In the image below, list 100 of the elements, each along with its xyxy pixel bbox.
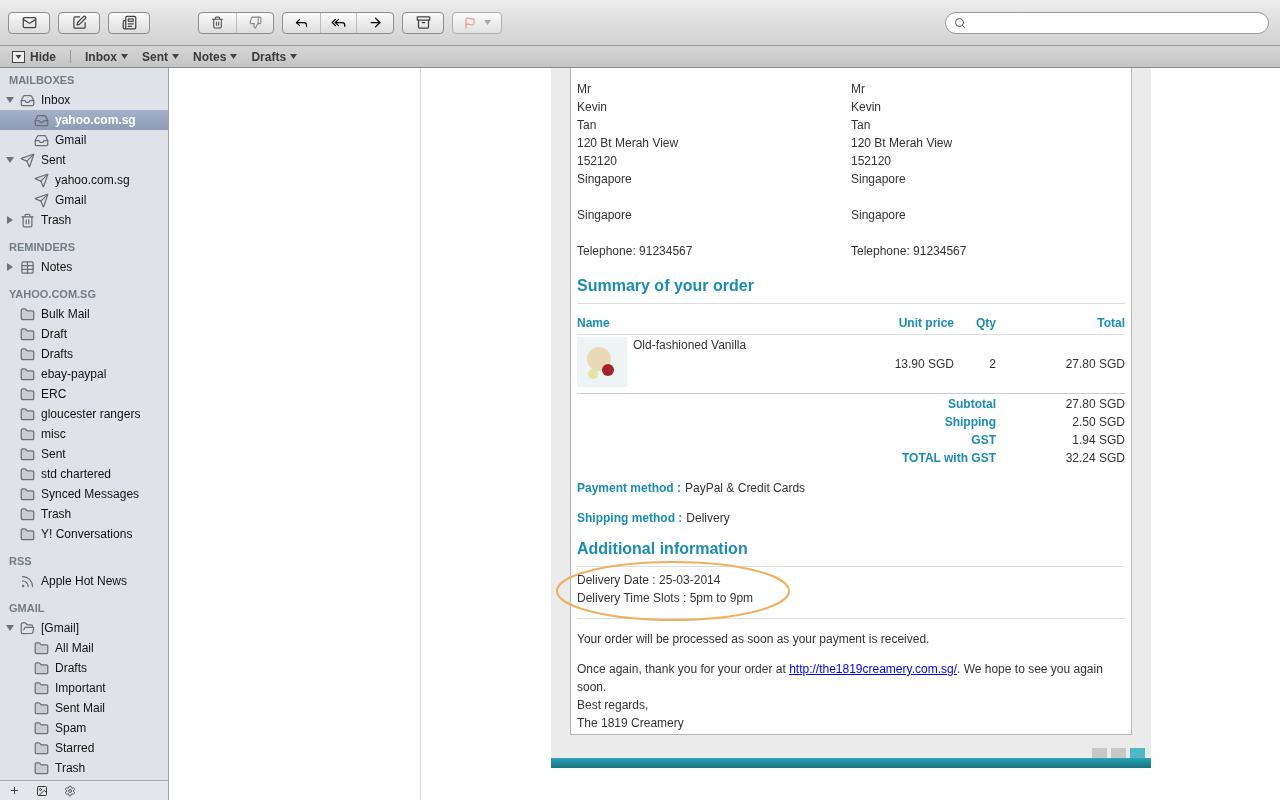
inbox-icon [34, 112, 49, 128]
sidebar-item-label: Draft [41, 326, 67, 343]
sidebar-item-label: Synced Messages [41, 486, 140, 503]
sidebar-item[interactable]: Bulk Mail [0, 304, 168, 324]
sidebar-item[interactable]: Sent Mail [0, 698, 168, 718]
sidebar-item-label: gloucester rangers [41, 406, 141, 423]
disclosure-triangle-icon[interactable] [5, 156, 14, 164]
sidebar-item[interactable]: Drafts [0, 344, 168, 364]
get-mail-button[interactable] [8, 11, 50, 34]
sidebar-item[interactable]: ERC [0, 384, 168, 404]
sidebar-item-label: Gmail [55, 192, 87, 209]
sidebar-item[interactable]: Trash [0, 210, 168, 230]
method-label: Payment method : [577, 480, 681, 497]
section-heading: Additional information [577, 540, 1125, 567]
picture-icon[interactable] [36, 784, 48, 797]
notes-button[interactable] [108, 11, 150, 34]
folder-icon [20, 426, 35, 442]
sidebar-item[interactable]: Gmail [0, 130, 168, 150]
closing-line: Best regards, [577, 697, 650, 714]
sidebar-item-label: ERC [41, 386, 67, 403]
sidebar-item-label: std chartered [41, 466, 112, 483]
search-icon [954, 16, 966, 29]
sidebar-item[interactable]: misc [0, 424, 168, 444]
address-line: Tan [851, 117, 872, 134]
total-value: 27.80 SGD [1064, 396, 1125, 413]
sidebar-item[interactable]: Draft [0, 324, 168, 344]
address-line: Singapore [577, 171, 633, 188]
paper-plane-icon [20, 152, 35, 168]
sidebar-section-header: YAHOO.COM.SG [8, 286, 97, 302]
sidebar-item-label: Apple Hot News [41, 573, 128, 590]
sidebar-item[interactable]: Trash [0, 504, 168, 524]
sidebar-item[interactable]: gloucester rangers [0, 404, 168, 424]
sidebar-item[interactable]: Inbox [0, 90, 168, 110]
compose-icon [71, 15, 87, 30]
settings-icon[interactable] [64, 784, 76, 797]
address-line: Mr [577, 81, 592, 98]
folder-icon [34, 640, 49, 656]
sidebar-item[interactable]: yahoo.com.sg [0, 170, 168, 190]
favorite-mailbox-button[interactable]: Notes [193, 47, 238, 66]
sidebar-item-label: Sent Mail [55, 700, 106, 717]
sidebar-item[interactable]: Starred [0, 738, 168, 758]
website-link[interactable]: http://the1819creamery.com.sg/ [789, 662, 957, 676]
folder-icon [20, 506, 35, 522]
address-line: Telephone: 91234567 [577, 243, 694, 260]
sidebar-item[interactable]: Sent [0, 444, 168, 464]
caret-icon [172, 54, 180, 59]
folder-icon [20, 466, 35, 482]
sidebar-item[interactable]: Drafts [0, 658, 168, 678]
address-line: 152120 [851, 153, 893, 170]
sidebar-item-label: Inbox [41, 92, 71, 109]
sidebar-item[interactable]: Y! Conversations [0, 524, 168, 544]
favorite-mailbox-button[interactable]: Sent [142, 47, 180, 66]
sidebar-item-label: Starred [55, 740, 95, 757]
disclosure-triangle-icon[interactable] [5, 216, 14, 224]
sidebar-item-label: Spam [55, 720, 87, 737]
note-icon [20, 259, 35, 275]
sidebar-section-header: RSS [8, 553, 33, 569]
hide-button[interactable]: Hide [12, 47, 56, 66]
disclosure-triangle-icon[interactable] [5, 624, 14, 632]
sidebar-item[interactable]: Apple Hot News [0, 571, 168, 591]
sidebar-item[interactable]: Important [0, 678, 168, 698]
disclosure-triangle-icon[interactable] [5, 263, 14, 271]
quantity: 2 [988, 356, 996, 373]
method-label: Shipping method : [577, 510, 683, 527]
sidebar-item[interactable]: std chartered [0, 464, 168, 484]
inbox-icon [20, 92, 35, 108]
archive-button[interactable] [402, 11, 444, 34]
compose-button[interactable] [58, 11, 100, 34]
folder-icon [20, 406, 35, 422]
sidebar-item-label: All Mail [55, 640, 94, 657]
disclosure-triangle-icon[interactable] [5, 96, 14, 104]
sidebar-item-label: Drafts [41, 346, 73, 363]
sidebar-item[interactable]: Synced Messages [0, 484, 168, 504]
caret-icon [483, 20, 491, 25]
rss-icon [20, 573, 35, 589]
favorite-mailbox-button[interactable]: Inbox [85, 47, 128, 66]
sidebar-item[interactable]: ebay-paypal [0, 364, 168, 384]
folder-icon [20, 326, 35, 342]
sidebar-item[interactable]: Gmail [0, 190, 168, 210]
folder-icon [34, 700, 49, 716]
sidebar-item[interactable]: Sent [0, 150, 168, 170]
sidebar-item[interactable]: Trash [0, 758, 168, 778]
total-label: Subtotal [947, 396, 996, 413]
section-heading: Summary of your order [577, 277, 1125, 304]
product-name: Old-fashioned Vanilla [633, 337, 747, 354]
add-icon[interactable] [9, 785, 20, 796]
closing-line: The 1819 Creamery [577, 715, 685, 732]
hide-icon [12, 50, 25, 63]
search-field[interactable] [945, 11, 1269, 34]
info-line: Delivery Date : 25-03-2014 [577, 572, 721, 589]
sidebar-item-label: [Gmail] [41, 620, 79, 637]
sidebar-item[interactable]: [Gmail] [0, 618, 168, 638]
sidebar-item[interactable]: All Mail [0, 638, 168, 658]
sidebar-item-label: Bulk Mail [41, 306, 90, 323]
folder-icon [20, 346, 35, 362]
sidebar-item[interactable]: Spam [0, 718, 168, 738]
address-line: Singapore [577, 207, 633, 224]
sidebar-item[interactable]: Notes [0, 257, 168, 277]
sidebar-item-label: Y! Conversations [41, 526, 133, 543]
favorite-mailbox-button[interactable]: Drafts [251, 47, 298, 66]
